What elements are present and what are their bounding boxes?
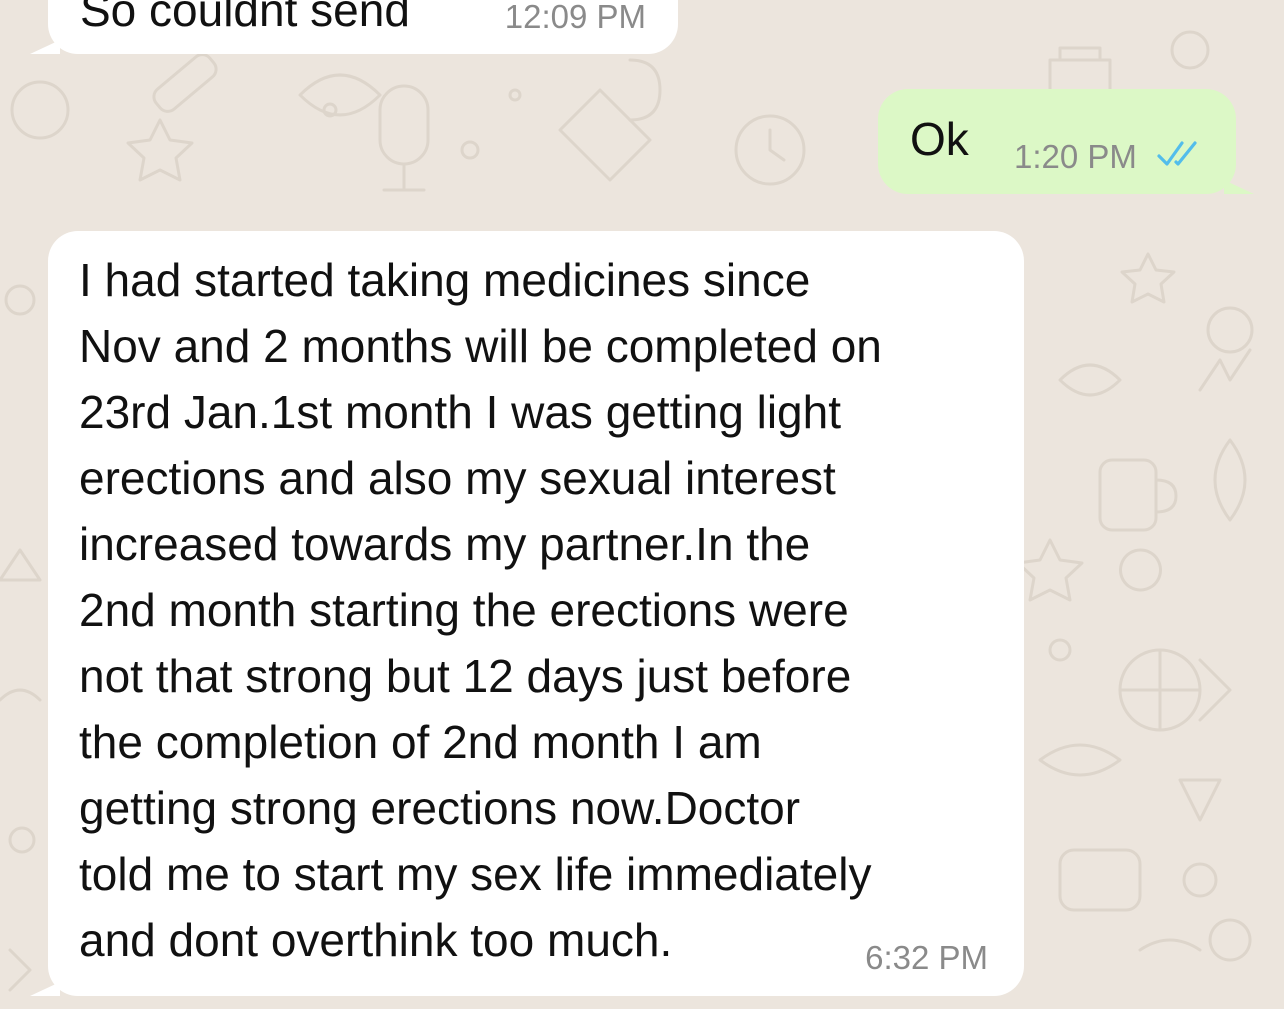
bubble-tail bbox=[30, 40, 60, 54]
message-bubble-incoming[interactable]: I had started taking medicines since Nov… bbox=[30, 231, 1024, 996]
double-check-read-icon bbox=[1157, 141, 1197, 166]
message-bubble-incoming[interactable]: So couldnt send 12:09 PM bbox=[30, 0, 678, 54]
message-timestamp: 1:20 PM bbox=[1014, 138, 1137, 175]
message-bubble-outgoing[interactable]: Ok 1:20 PM bbox=[878, 89, 1254, 194]
bubble-tail bbox=[30, 982, 60, 996]
message-timestamp: 12:09 PM bbox=[504, 0, 646, 35]
message-text: I had started taking medicines since Nov… bbox=[79, 254, 882, 966]
message-text: So couldnt send bbox=[80, 0, 410, 36]
bubble-tail bbox=[1224, 180, 1254, 194]
message-text: Ok bbox=[910, 113, 969, 165]
message-timestamp: 6:32 PM bbox=[865, 939, 988, 976]
